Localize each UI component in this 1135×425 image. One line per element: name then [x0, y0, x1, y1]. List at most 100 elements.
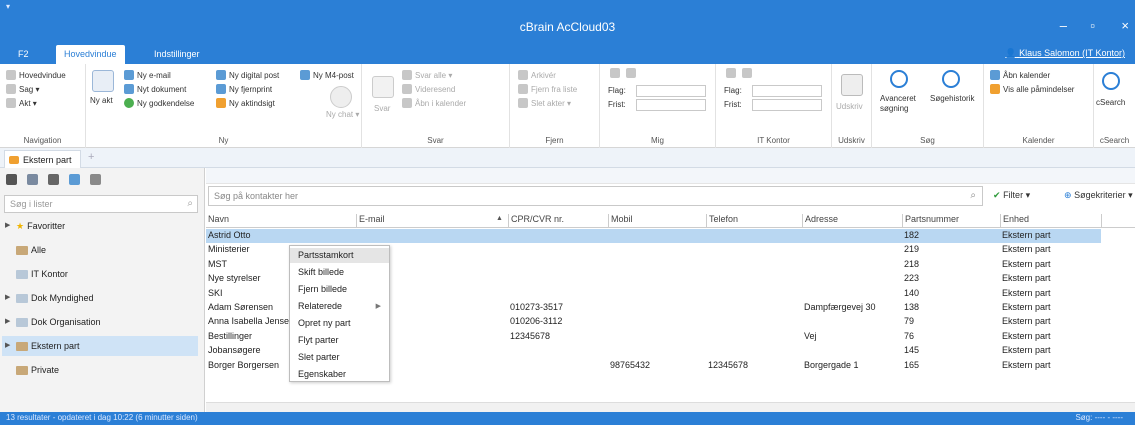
search-criteria-button[interactable]: ⊕ Søgekriterier ▾: [1064, 190, 1133, 201]
minimize-button[interactable]: –: [1060, 18, 1067, 33]
tab-f2[interactable]: F2: [10, 45, 37, 64]
it-frist-date[interactable]: [752, 99, 822, 111]
filter-button[interactable]: ✔ Filter ▾: [993, 190, 1030, 201]
ny-godkendelse[interactable]: Ny godkendelse: [124, 98, 194, 108]
cell-navn: Anna Isabella Jensen: [208, 316, 295, 327]
group-kalender: Åbn kalender Vis alle påmindelser Kalend…: [984, 64, 1094, 148]
menu-item-partsstamkort[interactable]: Partsstamkort: [290, 248, 389, 263]
maximize-button[interactable]: ▫: [1090, 18, 1095, 33]
user-link[interactable]: 👤 Klaus Salomon (IT Kontor): [1005, 48, 1125, 59]
tree-item-dok-organisation[interactable]: ▶ Dok Organisation: [2, 312, 198, 332]
close-button[interactable]: ×: [1121, 18, 1129, 33]
it-frist-label: Frist:: [724, 100, 742, 109]
insight-icon: [216, 98, 226, 108]
expand-arrow-icon[interactable]: ▶: [5, 216, 13, 236]
aabn-kalender[interactable]: Åbn kalender: [990, 70, 1050, 80]
column-header-adresse[interactable]: Adresse: [802, 214, 838, 227]
menu-item-opret-ny-part[interactable]: Opret ny part: [290, 316, 389, 331]
tree-item-dok-myndighed[interactable]: ▶ Dok Myndighed: [2, 288, 198, 308]
cell-navn: Jobansøgere: [208, 345, 261, 356]
ny-aktindsigt[interactable]: Ny aktindsigt: [216, 98, 275, 108]
menu-item-skift-billede[interactable]: Skift billede: [290, 265, 389, 280]
expand-arrow-icon[interactable]: ▶: [5, 288, 13, 308]
expand-arrow-icon[interactable]: ▶: [5, 336, 13, 356]
horizontal-scrollbar[interactable]: [206, 402, 1135, 412]
tree-view-icon[interactable]: [27, 174, 38, 185]
vis-alle-paamindelser[interactable]: Vis alle påmindelser: [990, 84, 1074, 94]
cell-enhed: Ekstern part: [1002, 230, 1051, 240]
group-label-fjern: Fjern: [545, 136, 564, 145]
nav-hovedvindue[interactable]: Hovedvindue: [6, 70, 66, 80]
nav-akt[interactable]: Akt ▾: [6, 98, 37, 108]
expand-arrow-icon[interactable]: ▶: [5, 312, 13, 332]
ny-digital-post[interactable]: Ny digital post: [216, 70, 279, 80]
svar-alle[interactable]: Svar alle ▾: [402, 70, 452, 80]
udskriv-button[interactable]: Udskriv: [836, 102, 863, 111]
nav-sag[interactable]: Sag ▾: [6, 84, 39, 94]
tree-item-it-kontor[interactable]: IT Kontor: [2, 264, 198, 284]
tree-item-favoritter[interactable]: ▶ ★ Favoritter: [2, 216, 198, 236]
fjern-fra-liste[interactable]: Fjern fra liste: [518, 84, 577, 94]
cell-enhed: Ekstern part: [1002, 258, 1051, 269]
ny-akt-button[interactable]: Ny akt: [90, 96, 120, 105]
column-header-enhed[interactable]: Enhed: [1000, 214, 1029, 227]
document-icon: [124, 84, 134, 94]
grid-view-icon[interactable]: [48, 174, 59, 185]
cell-nr: 79: [904, 316, 915, 327]
menu-item-egenskaber[interactable]: Egenskaber: [290, 367, 389, 382]
videresend[interactable]: Videresend: [402, 84, 455, 94]
mig-flag-select[interactable]: [636, 85, 706, 97]
nyt-dokument[interactable]: Nyt dokument: [124, 84, 186, 94]
tab-hovedvindue[interactable]: Hovedvindue: [56, 45, 125, 64]
home-icon: [6, 70, 16, 80]
menu-item-fjern-billede[interactable]: Fjern billede: [290, 282, 389, 297]
column-header-cpr[interactable]: CPR/CVR nr.: [508, 214, 564, 227]
search-icon[interactable]: ⌕: [970, 190, 976, 201]
column-header-email[interactable]: E-mail: [356, 214, 385, 227]
it-flag-select[interactable]: [752, 85, 822, 97]
submenu-arrow-icon: ▶: [375, 303, 381, 310]
group-udskriv: Udskriv Udskriv: [832, 64, 872, 148]
contact-search-input[interactable]: Søg på kontakter her ⌕: [208, 186, 983, 206]
aabn-i-kalender[interactable]: Åbn i kalender: [402, 98, 466, 108]
menu-icon[interactable]: ▾: [6, 2, 10, 11]
avanceret-sogning-button[interactable]: Avanceret søgning: [880, 94, 924, 114]
list-view-icon[interactable]: [6, 174, 17, 185]
tab-indstillinger[interactable]: Indstillinger: [146, 45, 208, 64]
arkiver[interactable]: Arkivér: [518, 70, 556, 80]
ny-m4-post[interactable]: Ny M4-post: [300, 70, 354, 80]
contacts-icon[interactable]: [69, 174, 80, 185]
menu-item-slet-parter[interactable]: Slet parter: [290, 350, 389, 365]
mig-frist-date[interactable]: [636, 99, 706, 111]
ny-chat-button[interactable]: Ny chat ▾: [326, 110, 359, 119]
delete-icon: [518, 98, 528, 108]
column-header-navn[interactable]: Navn: [206, 214, 229, 227]
left-search-input[interactable]: Søg i lister ⌕: [4, 195, 198, 213]
tree-item-alle[interactable]: Alle: [2, 240, 198, 260]
sogehistorik-button[interactable]: Søgehistorik: [930, 94, 974, 103]
check-icon: ✔: [993, 190, 1001, 200]
column-header-partsnummer[interactable]: Partsnummer: [902, 214, 959, 227]
column-header-mobil[interactable]: Mobil: [608, 214, 633, 227]
ny-email[interactable]: Ny e-mail: [124, 70, 171, 80]
menu-item-flyt-parter[interactable]: Flyt parter: [290, 333, 389, 348]
title-bar: ▾ cBrain AcCloud03 – ▫ ×: [0, 0, 1135, 42]
svar-button[interactable]: Svar: [374, 104, 390, 113]
add-tab-icon[interactable]: +: [88, 151, 94, 163]
table-row[interactable]: Astrid Otto 182 Ekstern part: [206, 229, 1101, 243]
tree-item-private[interactable]: Private: [2, 360, 198, 380]
org-unit-icon: [16, 317, 28, 327]
slet-akter[interactable]: Slet akter ▾: [518, 98, 571, 108]
ny-fjernprint[interactable]: Ny fjernprint: [216, 84, 272, 94]
csearch-button[interactable]: cSearch: [1096, 98, 1125, 107]
forward-icon: [402, 84, 412, 94]
tree-item-ekstern-part[interactable]: ▶ Ekstern part: [2, 336, 198, 356]
menu-item-relaterede[interactable]: Relaterede ▶: [290, 299, 389, 314]
cell-cpr: 010206-3112: [510, 316, 563, 327]
search-icon[interactable]: ⌕: [187, 198, 193, 209]
mig-flag-label: Flag:: [608, 86, 626, 95]
doc-tab-ekstern-part[interactable]: Ekstern part: [4, 150, 81, 168]
calendar-icon: [402, 98, 412, 108]
column-header-telefon[interactable]: Telefon: [706, 214, 738, 227]
filter-view-icon[interactable]: [90, 174, 101, 185]
